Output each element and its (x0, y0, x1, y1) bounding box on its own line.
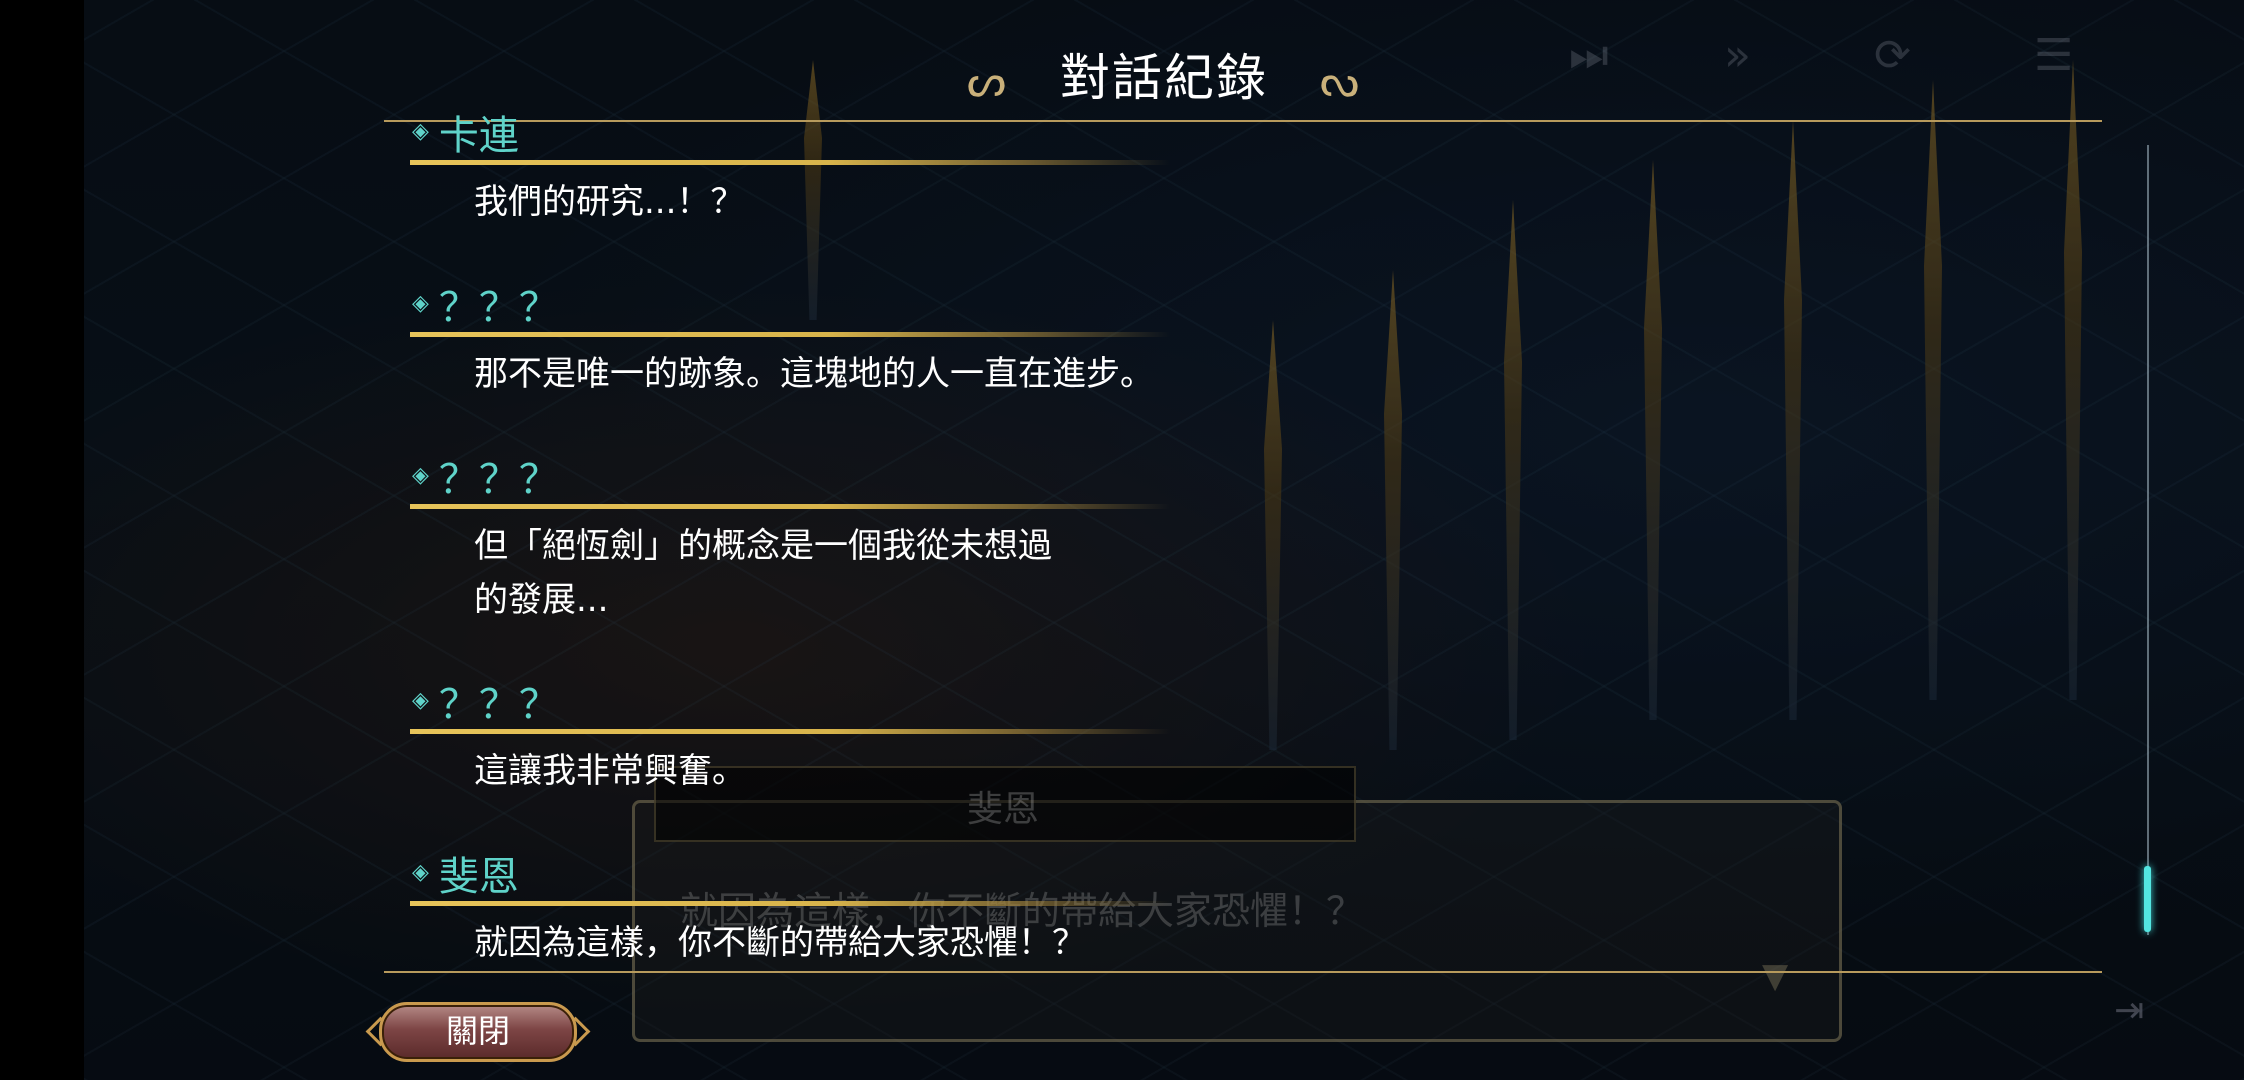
diamond-icon: ◈ (412, 860, 429, 885)
log-speaker: ◈ 卡連 (412, 113, 519, 159)
log-line: 的發展... (474, 580, 609, 620)
log-entry: ◈？？？ 那不是唯一的跡象。這塊地的人一直在進步。 (410, 284, 1192, 401)
log-line: 這讓我非常興奮。 (474, 751, 746, 791)
log-speaker: ◈？？？ (412, 682, 559, 728)
log-speaker: ◈ 斐恩 (412, 854, 519, 900)
log-speaker: ◈？？？ (412, 285, 559, 331)
scrollbar-thumb[interactable] (2144, 866, 2151, 932)
diamond-icon: ◈ (412, 119, 429, 144)
log-entry: ◈ 卡連 我們的研究...！？ (410, 112, 1192, 229)
dialog-log-list[interactable]: ◈ 卡連 我們的研究...！？ ◈？？？ 那不是唯一的跡象。這塊地的人一直在進步。… (84, 0, 2244, 1080)
log-entry: ◈ 斐恩 就因為這樣，你不斷的帶給大家恐懼！？ (410, 853, 1192, 970)
game-screen: ⏭ » ⟳ ☰ 斐恩 就因為這樣，你不斷的帶給大家恐懼！？ ▼ ⇥ ᔕ 對話紀錄… (84, 0, 2244, 1080)
diamond-icon: ◈ (412, 291, 429, 316)
log-line: 那不是唯一的跡象。這塊地的人一直在進步。 (474, 354, 1154, 394)
log-line: 但「絕恆劍」的概念是一個我從未想過 (474, 526, 1052, 566)
diamond-icon: ◈ (412, 463, 429, 488)
speaker-underline (410, 729, 1170, 734)
log-line: 我們的研究...！？ (474, 182, 745, 222)
log-speaker: ◈？？？ (412, 457, 559, 503)
log-entry: ◈？？？ 但「絕恆劍」的概念是一個我從未想過 的發展... (410, 456, 1192, 627)
speaker-underline (410, 901, 1170, 906)
log-line: 就因為這樣，你不斷的帶給大家恐懼！？ (474, 923, 1086, 963)
scrollbar-track[interactable] (2147, 145, 2149, 935)
close-button[interactable]: 關閉 (379, 1002, 577, 1062)
diamond-icon: ◈ (412, 688, 429, 713)
speaker-underline (410, 504, 1170, 509)
log-entry: ◈？？？ 這讓我非常興奮。 (410, 681, 1192, 798)
speaker-underline (410, 332, 1170, 337)
speaker-underline (410, 160, 1170, 165)
divider-bottom (384, 971, 2102, 973)
